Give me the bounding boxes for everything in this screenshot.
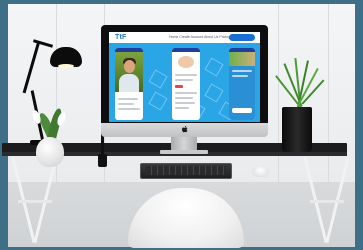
pen-holder [98, 154, 107, 167]
text-line [232, 75, 248, 77]
text-line [118, 103, 134, 105]
action-button [232, 108, 252, 113]
mouse [252, 166, 269, 177]
hex-pattern [148, 69, 168, 89]
text-line [175, 79, 193, 81]
text-line [232, 70, 252, 72]
cover-photo [229, 52, 255, 66]
profile-photo [115, 52, 143, 92]
imac-stand [171, 137, 197, 151]
text-line [175, 102, 195, 104]
text-line [175, 97, 193, 99]
hex-pattern [148, 91, 168, 111]
website-cta-button [229, 34, 255, 41]
lamp-bulb [58, 64, 74, 68]
phone-mockup-right [229, 48, 255, 120]
person-face [124, 60, 135, 73]
avatar [178, 56, 194, 68]
person-shirt [119, 74, 139, 92]
text-line [118, 98, 138, 100]
desk-leg-crossbar [18, 200, 52, 203]
keyboard-keys [146, 166, 226, 175]
imac-screen: TtF Home Create Account About Us Pricing [109, 32, 260, 122]
website-logo: TtF [115, 34, 127, 41]
desk-leg-crossbar [310, 200, 344, 203]
website-menu: Home Create Account About Us Pricing [169, 35, 231, 39]
apple-logo-icon [182, 125, 188, 133]
text-line [118, 108, 140, 110]
text-line [175, 107, 189, 109]
imac-stand-base [160, 150, 208, 154]
phone-mockup-left [115, 48, 143, 120]
hex-pattern [204, 57, 224, 77]
black-pot [282, 107, 312, 152]
phone-mockup-middle [172, 48, 200, 120]
website-nav: TtF Home Create Account About Us Pricing [109, 32, 260, 43]
text-line [175, 92, 197, 94]
text-line [175, 74, 197, 76]
white-vase [36, 137, 64, 167]
phone-header [172, 48, 200, 52]
status-tag [175, 85, 183, 88]
photo-scene: TtF Home Create Account About Us Pricing [0, 0, 363, 250]
hex-pattern [204, 83, 224, 103]
